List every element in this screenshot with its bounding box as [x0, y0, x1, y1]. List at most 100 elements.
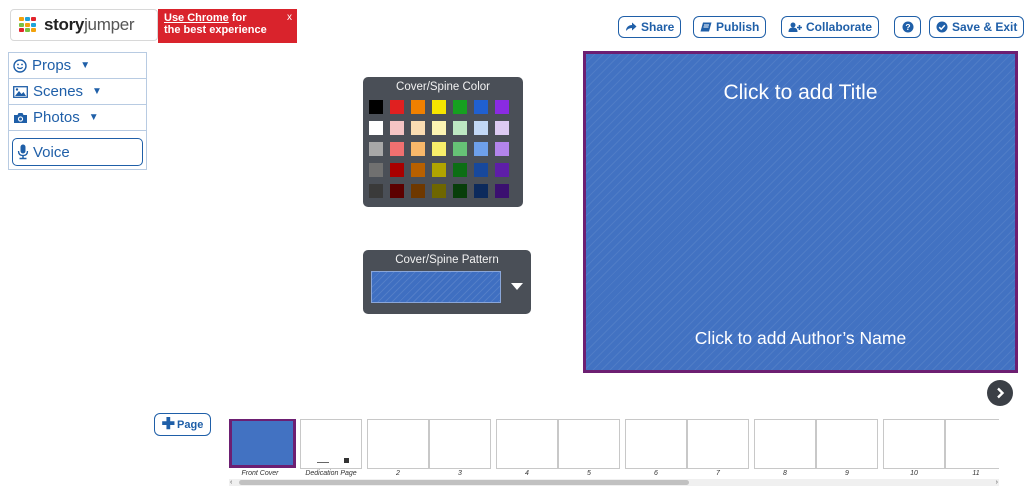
thumbnail-label: 6: [654, 470, 658, 477]
storyjumper-logo[interactable]: storyjumper: [10, 9, 158, 41]
use-chrome-banner: Use Chrome for the best experience x: [158, 9, 297, 43]
scenes-menu-item[interactable]: Scenes ▼: [9, 79, 146, 105]
cover-title-placeholder[interactable]: Click to add Title: [586, 81, 1015, 105]
color-swatch[interactable]: [474, 184, 488, 198]
color-swatch[interactable]: [369, 142, 383, 156]
color-swatch[interactable]: [495, 100, 509, 114]
scroll-right-icon[interactable]: ›: [996, 479, 998, 486]
thumbnail-label: 2: [396, 470, 400, 477]
save-exit-button[interactable]: Save & Exit: [929, 16, 1025, 38]
color-swatch-grid: [369, 100, 509, 198]
cover-spine-pattern-panel: Cover/Spine Pattern: [363, 250, 531, 314]
color-swatch[interactable]: [453, 100, 467, 114]
check-circle-icon: [936, 21, 948, 33]
color-swatch[interactable]: [390, 121, 404, 135]
microphone-icon: [17, 144, 29, 160]
user-plus-icon: [788, 22, 802, 32]
color-panel-title: Cover/Spine Color: [396, 81, 490, 93]
color-swatch[interactable]: [411, 163, 425, 177]
page-thumbnail[interactable]: [558, 419, 620, 469]
page-thumbnail[interactable]: [625, 419, 687, 469]
share-icon: [626, 22, 637, 31]
add-page-button[interactable]: ✚ Page: [154, 413, 211, 436]
scrollbar-thumb[interactable]: [239, 480, 689, 485]
smiley-icon: [13, 58, 27, 73]
pattern-preview[interactable]: [371, 271, 501, 303]
cover-spine-color-panel: Cover/Spine Color: [363, 77, 523, 207]
pattern-dropdown-arrow-icon[interactable]: [511, 283, 523, 290]
color-swatch[interactable]: [369, 184, 383, 198]
color-swatch[interactable]: [432, 142, 446, 156]
color-swatch[interactable]: [474, 142, 488, 156]
thumbnail-label: 7: [716, 470, 720, 477]
page-thumbnail[interactable]: [687, 419, 749, 469]
thumbnail-scrollbar[interactable]: ‹ ›: [229, 479, 999, 486]
chevron-down-icon: ▼: [88, 112, 99, 123]
color-swatch[interactable]: [474, 163, 488, 177]
color-swatch[interactable]: [432, 121, 446, 135]
color-swatch[interactable]: [453, 163, 467, 177]
publish-button[interactable]: Publish: [693, 16, 767, 38]
next-page-button[interactable]: [987, 380, 1013, 406]
color-swatch[interactable]: [411, 142, 425, 156]
color-swatch[interactable]: [453, 184, 467, 198]
help-button[interactable]: ?: [894, 16, 921, 38]
thumbnail-label: 8: [783, 470, 787, 477]
page-thumbnail[interactable]: [367, 419, 429, 469]
props-menu-item[interactable]: Props ▼: [9, 53, 146, 79]
page-thumbnail[interactable]: [429, 419, 491, 469]
use-chrome-link[interactable]: Use Chrome: [164, 12, 229, 24]
banner-close-button[interactable]: x: [287, 12, 292, 24]
color-swatch[interactable]: [390, 184, 404, 198]
color-swatch[interactable]: [432, 184, 446, 198]
color-swatch[interactable]: [495, 184, 509, 198]
collaborate-button[interactable]: Collaborate: [781, 16, 880, 38]
book-icon: [700, 22, 712, 32]
share-button[interactable]: Share: [618, 16, 682, 38]
cover-author-placeholder[interactable]: Click to add Author’s Name: [586, 328, 1015, 349]
page-thumbnail[interactable]: [300, 419, 362, 469]
voice-button[interactable]: Voice: [12, 138, 143, 166]
color-swatch[interactable]: [495, 142, 509, 156]
color-swatch[interactable]: [390, 142, 404, 156]
scroll-left-icon[interactable]: ‹: [230, 479, 232, 486]
pattern-panel-title: Cover/Spine Pattern: [395, 254, 499, 266]
thumbnail-label: 9: [845, 470, 849, 477]
page-thumbnail[interactable]: [816, 419, 878, 469]
color-swatch[interactable]: [474, 121, 488, 135]
photos-menu-item[interactable]: Photos ▼: [9, 105, 146, 131]
plus-icon: ✚: [161, 415, 176, 433]
color-swatch[interactable]: [495, 163, 509, 177]
color-swatch[interactable]: [432, 163, 446, 177]
logo-dots-icon: [19, 17, 39, 33]
color-swatch[interactable]: [411, 184, 425, 198]
thumbnail-label: Front Cover: [241, 470, 279, 477]
color-swatch[interactable]: [369, 100, 383, 114]
color-swatch[interactable]: [411, 121, 425, 135]
color-swatch[interactable]: [411, 100, 425, 114]
page-thumbnail[interactable]: [945, 419, 999, 469]
question-circle-icon: ?: [902, 21, 913, 33]
book-cover[interactable]: Click to add Title Click to add Author’s…: [583, 51, 1018, 373]
color-swatch[interactable]: [390, 100, 404, 114]
color-swatch[interactable]: [474, 100, 488, 114]
color-swatch[interactable]: [390, 163, 404, 177]
page-thumbnail[interactable]: [496, 419, 558, 469]
logo-text: storyjumper: [44, 15, 135, 34]
color-swatch[interactable]: [453, 142, 467, 156]
tools-menu: Props ▼ Scenes ▼ Photos ▼ Voice: [8, 52, 147, 170]
page-thumbnail[interactable]: [883, 419, 945, 469]
thumbnail-label: 11: [972, 470, 980, 477]
color-swatch[interactable]: [369, 163, 383, 177]
color-swatch[interactable]: [495, 121, 509, 135]
page-thumbnail-strip: Front Cover Dedication Page 2 3 4 5 6 7 8 9 10 11: [229, 419, 999, 479]
thumbnail-label: Dedication Page: [305, 470, 357, 477]
thumbnail-label: 4: [525, 470, 529, 477]
color-swatch[interactable]: [432, 100, 446, 114]
camera-icon: [14, 112, 27, 123]
page-thumbnail[interactable]: [754, 419, 816, 469]
color-swatch[interactable]: [369, 121, 383, 135]
thumbnail-front-cover[interactable]: [229, 419, 296, 468]
image-icon: [13, 85, 28, 98]
color-swatch[interactable]: [453, 121, 467, 135]
